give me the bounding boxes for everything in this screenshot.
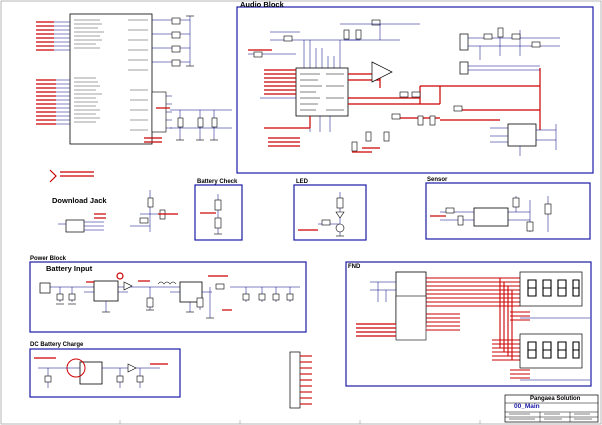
- fnd-block: [345, 261, 592, 387]
- audio-amp-symbol: [371, 61, 393, 83]
- battery-check-block: [194, 184, 243, 241]
- title-block-sheet-title: 00_Main: [514, 403, 540, 410]
- dc-charge-block: [29, 348, 181, 398]
- led-diode-symbol: [335, 211, 345, 219]
- power-inductor-symbol: [157, 281, 177, 285]
- power-block-title: Power Block: [30, 256, 67, 262]
- battery-check-title: Battery Check: [197, 179, 238, 185]
- led-transistor-symbol: [335, 223, 345, 233]
- download-jack-section: [58, 213, 106, 233]
- speaker-connector: [459, 33, 469, 51]
- dc-battery-charge-title: DC Battery Charge: [30, 342, 84, 348]
- power-ic-1: [93, 280, 119, 302]
- mcu-chip: [69, 13, 153, 145]
- download-jack-title: Download Jack: [52, 196, 107, 205]
- led-block-border: [293, 184, 367, 241]
- power-diode-symbol: [123, 281, 133, 291]
- battery-input-title: Battery Input: [46, 264, 93, 273]
- title-block-company: Pangaea Solution: [530, 396, 581, 402]
- sensor-chip: [473, 207, 509, 227]
- fnd-title: FND: [348, 264, 361, 270]
- header-connector: [289, 351, 312, 409]
- mcu-section: [36, 13, 232, 145]
- led-title: LED: [296, 179, 308, 185]
- audio-block-title: Audio Block: [240, 0, 284, 9]
- dc-charge-block-border: [29, 348, 181, 398]
- fnd-driver-chip-2: [395, 295, 427, 341]
- led-block: [293, 184, 367, 241]
- battery-connector: [39, 282, 51, 294]
- schematic-canvas: [0, 0, 602, 425]
- sensor-title: Sensor: [427, 177, 448, 183]
- audio-amp-chip: [507, 123, 537, 147]
- sensor-block: [425, 182, 591, 240]
- sheet-ticks: [119, 420, 481, 424]
- download-jack-connector: [65, 219, 85, 233]
- audio-block: [236, 6, 594, 174]
